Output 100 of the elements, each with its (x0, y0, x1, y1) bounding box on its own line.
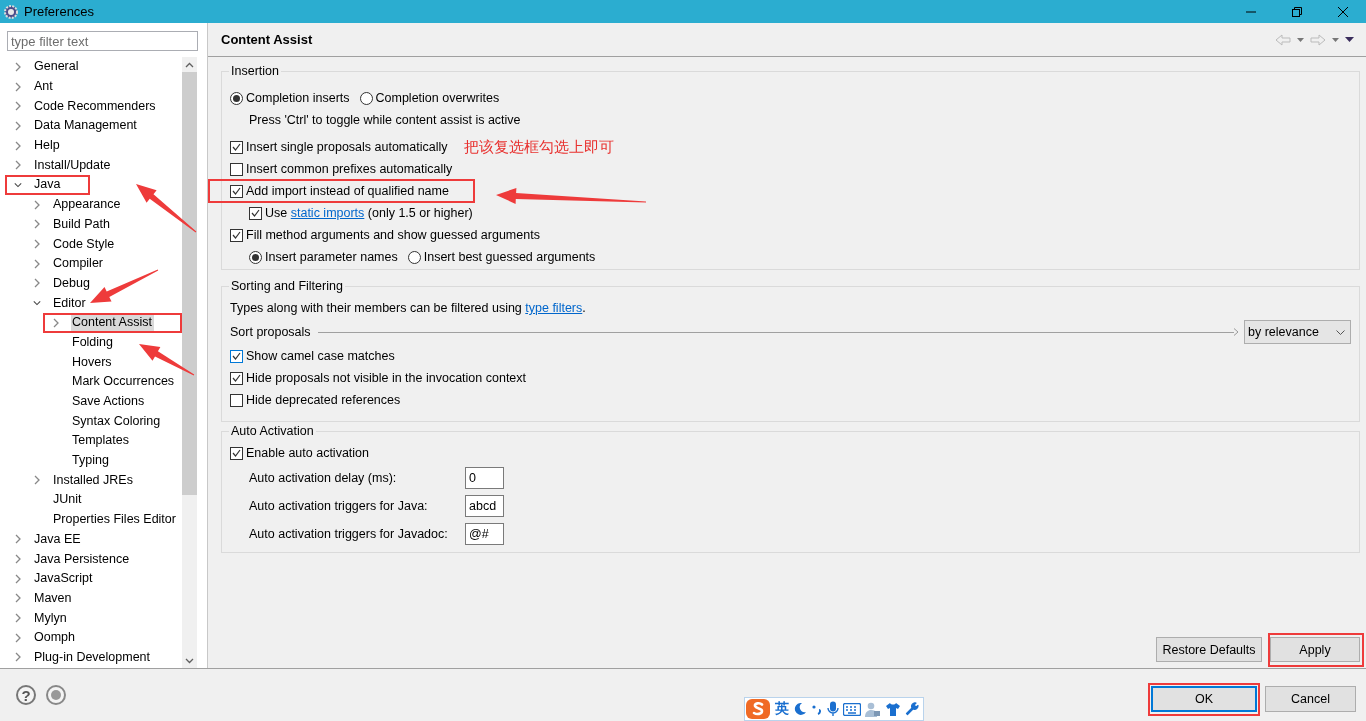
tree-item[interactable]: Mylyn (33, 609, 69, 627)
chevron-right-icon[interactable] (33, 258, 41, 269)
tree-item[interactable]: Templates (71, 432, 131, 450)
tree-item[interactable]: Maven (33, 589, 74, 607)
chevron-right-icon[interactable] (14, 573, 22, 584)
scroll-down-icon[interactable] (185, 657, 194, 664)
chevron-right-icon[interactable] (52, 317, 60, 328)
tree-item[interactable]: Save Actions (71, 393, 147, 411)
checkbox[interactable] (230, 349, 243, 363)
close-icon[interactable] (1338, 6, 1348, 17)
radio-button[interactable] (407, 250, 421, 264)
tree-item[interactable]: Mark Occurrences (71, 373, 177, 391)
chevron-right-icon[interactable] (14, 81, 22, 92)
user-icon[interactable] (865, 701, 881, 717)
tree-item[interactable]: Folding (71, 333, 115, 351)
chevron-down-icon[interactable] (1336, 329, 1345, 335)
checkbox-label: Use static imports (only 1.5 or higher) (265, 206, 473, 220)
wrench-icon[interactable] (905, 702, 919, 716)
checkbox[interactable] (230, 162, 243, 176)
tree-item[interactable]: Oomph (33, 629, 77, 647)
tree-item[interactable]: Java (33, 176, 63, 194)
arrow-head-icon (1234, 328, 1239, 336)
view-menu-icon[interactable] (1345, 37, 1354, 42)
link[interactable]: static imports (290, 206, 365, 220)
checkbox[interactable] (230, 228, 243, 242)
annotation-arrow (90, 269, 159, 303)
chevron-right-icon[interactable] (14, 613, 22, 624)
checkbox[interactable] (230, 140, 243, 154)
filter-field[interactable]: type filter text (7, 31, 198, 51)
scrollbar-thumb[interactable] (182, 72, 197, 495)
microphone-icon[interactable] (827, 701, 839, 717)
chevron-right-icon[interactable] (14, 652, 22, 663)
radio-button[interactable] (230, 91, 243, 105)
ime-mode-label[interactable]: 英 (775, 700, 789, 718)
radio-label: Completion overwrites (375, 91, 500, 105)
help-button[interactable]: ? (16, 685, 36, 705)
tree-item[interactable]: Hovers (71, 353, 114, 371)
input-field[interactable]: abcd (465, 495, 504, 517)
tree-item[interactable]: Help (33, 137, 62, 155)
window-title: Preferences (24, 4, 96, 19)
cancel-button[interactable]: Cancel (1265, 686, 1356, 712)
tree-item[interactable]: Build Path (52, 215, 112, 233)
dropdown-icon[interactable] (1332, 37, 1339, 42)
chevron-right-icon[interactable] (14, 120, 22, 131)
chevron-right-icon[interactable] (14, 140, 22, 151)
tree-item[interactable]: General (33, 58, 81, 76)
chevron-right-icon[interactable] (14, 554, 22, 565)
radio-button[interactable] (359, 91, 373, 105)
checkbox[interactable] (230, 393, 243, 407)
tree-item[interactable]: Java EE (33, 530, 83, 548)
tree-item[interactable]: Data Management (33, 117, 139, 135)
tree-item[interactable]: Typing (71, 452, 111, 470)
ime-logo-icon[interactable] (745, 698, 771, 720)
scroll-up-icon[interactable] (185, 61, 194, 68)
tree-item[interactable]: Syntax Coloring (71, 412, 163, 430)
chevron-right-icon[interactable] (33, 199, 41, 210)
tree-item[interactable]: JUnit (52, 491, 84, 509)
chevron-right-icon[interactable] (33, 278, 41, 289)
chevron-right-icon[interactable] (14, 160, 22, 171)
tree-item[interactable]: Ant (33, 78, 55, 96)
restore-icon[interactable] (1292, 6, 1302, 17)
checkbox[interactable] (249, 206, 262, 220)
shirt-icon[interactable] (885, 702, 901, 716)
chevron-right-icon[interactable] (14, 101, 22, 112)
radio-button[interactable] (249, 250, 262, 264)
chevron-right-icon[interactable] (14, 632, 22, 643)
moon-icon[interactable] (793, 702, 807, 716)
chevron-right-icon[interactable] (33, 239, 41, 250)
tree-item[interactable]: Properties Files Editor (52, 511, 178, 529)
tree-item[interactable]: Editor (52, 294, 88, 312)
tree-item[interactable]: Java Persistence (33, 550, 132, 568)
restore-defaults-button[interactable]: Restore Defaults (1156, 637, 1262, 662)
chevron-right-icon[interactable] (14, 61, 22, 72)
chevron-right-icon[interactable] (33, 475, 41, 486)
dropdown-icon[interactable] (1297, 37, 1304, 42)
tree-item[interactable]: Debug (52, 274, 92, 292)
checkbox[interactable] (230, 446, 243, 460)
dropdown[interactable]: by relevance (1244, 320, 1351, 344)
checkbox[interactable] (230, 371, 243, 385)
input-field[interactable]: 0 (465, 467, 504, 489)
annotation-arrow (136, 184, 197, 233)
ok-button[interactable]: OK (1151, 686, 1257, 712)
tree-item[interactable]: JavaScript (33, 570, 95, 588)
tree-item[interactable]: Plug-in Development (33, 648, 153, 666)
tree-item[interactable]: Code Recommenders (33, 97, 158, 115)
apply-button[interactable]: Apply (1270, 637, 1360, 662)
chevron-right-icon[interactable] (33, 219, 41, 230)
circle-icon[interactable] (46, 685, 66, 705)
keyboard-icon[interactable] (843, 702, 861, 716)
tree-item[interactable]: Install/Update (33, 156, 113, 174)
chevron-right-icon[interactable] (14, 534, 22, 545)
field-label: Sort proposals (230, 325, 311, 339)
chevron-right-icon[interactable] (14, 593, 22, 604)
scrollbar[interactable] (182, 57, 197, 668)
tree-item[interactable]: Compiler (52, 255, 105, 273)
tree-item[interactable]: Appearance (52, 196, 123, 214)
checkbox[interactable] (230, 184, 243, 198)
input-field[interactable]: @# (465, 523, 504, 545)
tree-item[interactable]: Code Style (52, 235, 117, 253)
tree-item[interactable]: Installed JREs (52, 471, 135, 489)
